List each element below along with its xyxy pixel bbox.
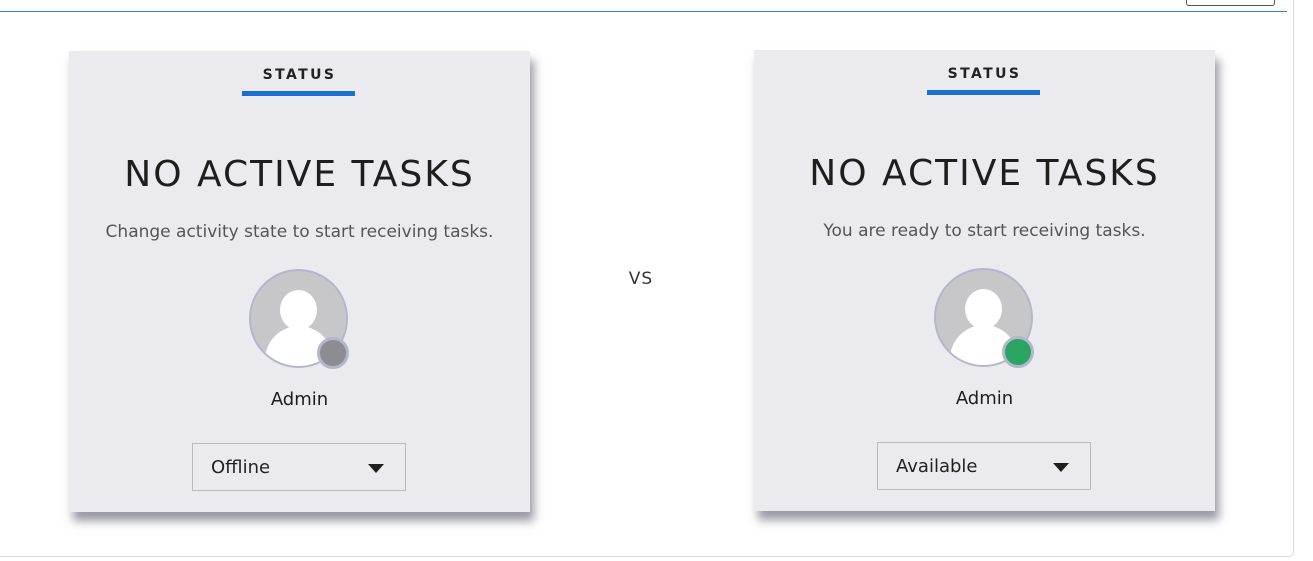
activity-state-select[interactable]: Available	[877, 442, 1091, 490]
no-tasks-heading: NO ACTIVE TASKS	[124, 154, 475, 195]
header-divider	[0, 11, 1287, 12]
status-tab-underline	[242, 91, 355, 96]
status-message: Change activity state to start receiving…	[105, 222, 494, 242]
user-head-icon	[965, 289, 1002, 329]
status-card-available: STATUS NO ACTIVE TASKS You are ready to …	[754, 50, 1215, 511]
user-name: Admin	[270, 389, 329, 410]
status-card-offline: STATUS NO ACTIVE TASKS Change activity s…	[69, 51, 530, 512]
status-tab-underline	[927, 90, 1040, 95]
no-tasks-heading: NO ACTIVE TASKS	[809, 153, 1160, 194]
caret-down-icon	[368, 464, 384, 473]
user-name: Admin	[955, 388, 1014, 409]
status-tab-label: STATUS	[262, 67, 337, 83]
status-message: You are ready to start receiving tasks.	[823, 221, 1146, 241]
comparison-label: VS	[628, 269, 654, 289]
activity-state-value: Offline	[211, 457, 271, 478]
content-panel: STATUS NO ACTIVE TASKS Change activity s…	[0, 0, 1294, 557]
header-button[interactable]	[1186, 0, 1275, 6]
presence-available-indicator	[1002, 336, 1034, 368]
status-tab-label: STATUS	[947, 66, 1022, 82]
activity-state-value: Available	[896, 456, 978, 477]
user-head-icon	[280, 290, 317, 330]
activity-state-select[interactable]: Offline	[192, 443, 406, 491]
caret-down-icon	[1053, 463, 1069, 472]
presence-offline-indicator	[317, 337, 349, 369]
